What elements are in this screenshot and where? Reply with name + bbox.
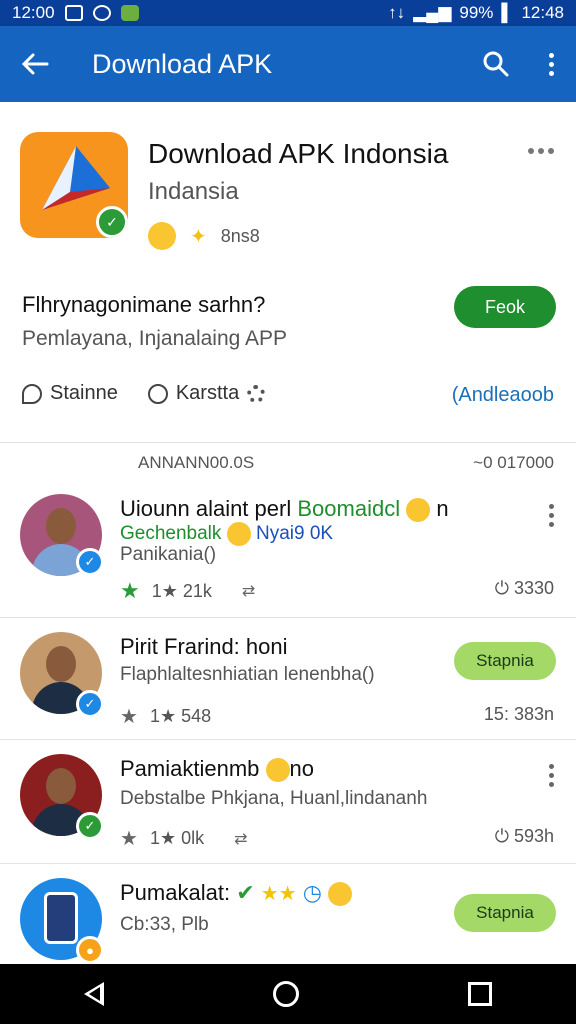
rating-text: 8ns8 — [220, 225, 260, 246]
nav-back-icon[interactable] — [84, 982, 105, 1006]
wifi-icon: ↑↓ — [388, 3, 406, 22]
check-icon: ✔ — [236, 880, 255, 905]
app-bar: Download APK — [0, 26, 576, 102]
item-stats: ★ 1★ 0lk ⇄ — [120, 828, 248, 850]
tag-chat[interactable]: Stainne — [22, 382, 118, 405]
app-logo[interactable]: ✓ — [20, 132, 128, 238]
divider — [0, 442, 576, 443]
description-subtitle: Pemlayana, Injanalaing APP — [22, 327, 288, 350]
item-title: Uiounn alaint perl Boomaidcl n — [120, 496, 449, 523]
item-title: Pamiaktienmb no — [120, 756, 314, 783]
system-nav-bar — [0, 964, 576, 1024]
smile-emoji-icon — [406, 498, 431, 523]
item-meta: Debstalbe Phkjana, Huanl,lindananh — [120, 788, 428, 809]
battery-icon: ▌ — [501, 3, 514, 22]
item-more-button[interactable] — [549, 504, 554, 527]
nav-recents-icon[interactable] — [467, 982, 492, 1006]
verified-icon: ✓ — [76, 690, 104, 718]
clock-icon: ◷ — [302, 880, 322, 905]
item-title: Pumakalat: ✔ ★★ ◷ — [120, 880, 353, 907]
star-icon: ★ — [120, 828, 138, 850]
list-item[interactable]: ✓ Pirit Frarind: honi Flaphlaltesnhiatia… — [0, 618, 576, 740]
action-button[interactable]: Stapnia — [454, 642, 556, 680]
item-title: Pirit Frarind: honi — [120, 634, 288, 659]
star-icon: ★ — [120, 578, 140, 603]
app-rating: ✦ 8ns8 — [148, 222, 260, 250]
item-meta: Cb:33, Plb — [120, 914, 209, 935]
item-more-button[interactable] — [549, 764, 554, 787]
arrow-left-icon — [21, 53, 49, 75]
list-header-right: ~0 017000 — [473, 453, 554, 472]
more-link[interactable]: (Andleaoob — [452, 384, 554, 407]
list-item[interactable]: ● Pumakalat: ✔ ★★ ◷ Cb:33, Plb Stapnia — [0, 864, 576, 964]
chat-icon — [22, 383, 42, 404]
item-meta: Flaphlaltesnhiatian lenenbha() — [120, 664, 375, 685]
back-button[interactable] — [0, 26, 70, 102]
status-bar: 12:00 ↑↓ ▂▄▆ 99% ▌ 12:48 — [0, 0, 576, 26]
star-icon: ★★ — [260, 883, 297, 905]
chat-notification-icon — [92, 5, 111, 21]
more-vert-icon — [549, 764, 554, 787]
list-item[interactable]: ✓ Pamiaktienmb no Debstalbe Phkjana, Hua… — [0, 740, 576, 864]
item-time: 15: 383n — [483, 704, 554, 724]
phone-icon — [44, 892, 78, 944]
notification-icon — [64, 5, 83, 21]
smile-emoji-icon — [226, 522, 251, 546]
share-icon[interactable]: ⇄ — [242, 581, 255, 601]
status-time-left: 12:00 — [12, 3, 55, 22]
verified-icon: ✓ — [76, 548, 104, 576]
search-button[interactable] — [466, 26, 526, 102]
nav-home-icon[interactable] — [272, 981, 299, 1007]
item-stats: ★ 1★ 21k ⇄ — [120, 578, 256, 603]
smile-emoji-icon — [148, 222, 176, 250]
item-subtitle: Gechenbalk Nyai9 0K — [120, 522, 334, 546]
more-vert-icon — [548, 52, 554, 76]
list-item[interactable]: ✓ Uiounn alaint perl Boomaidcl n Gechenb… — [0, 480, 576, 618]
smile-emoji-icon — [265, 758, 290, 783]
search-icon — [483, 51, 509, 77]
emoji-icon — [328, 882, 353, 907]
app-header: ✓ Download APK Indonsia Indansia ✦ 8ns8 … — [0, 102, 576, 443]
app-bar-title: Download APK — [92, 48, 273, 79]
item-time: ⏻ 3330 — [494, 578, 554, 598]
verified-badge-icon: ✓ — [96, 206, 128, 238]
app-developer: Indansia — [148, 178, 239, 205]
header-more-icon[interactable] — [528, 148, 554, 154]
overflow-menu-button[interactable] — [526, 26, 576, 102]
tag-label: Karstta — [175, 382, 240, 404]
list-header-left: ANNANN00.0S — [138, 453, 255, 472]
list-header: ANNANN00.0S ~0 017000 — [0, 446, 576, 480]
verified-icon: ✓ — [76, 812, 104, 840]
gear-icon — [247, 384, 266, 403]
more-vert-icon — [549, 504, 554, 527]
action-button[interactable]: Stapnia — [454, 894, 556, 932]
tag-row: Stainne Karstta — [22, 382, 266, 405]
star-icon: ✦ — [190, 225, 207, 248]
tag-category[interactable]: Karstta — [147, 382, 266, 405]
signal-icon: ▂▄▆ — [413, 3, 452, 22]
share-icon[interactable]: ⇄ — [234, 829, 247, 849]
app-name: Download APK Indonsia — [148, 138, 449, 169]
app-notification-icon — [120, 5, 139, 21]
description-title: Flhrynagonimane sarhn? — [22, 292, 266, 317]
item-time: ⏻ 593h — [494, 826, 554, 846]
item-stats: ★ 1★ 548 — [120, 706, 212, 728]
star-icon: ★ — [120, 706, 138, 728]
circle-icon — [147, 383, 168, 404]
battery-percent: 99% — [459, 3, 494, 22]
badge-icon: ● — [76, 936, 104, 964]
tag-label: Stainne — [50, 382, 118, 404]
item-meta: Panikania() — [120, 544, 217, 565]
feature-button[interactable]: Feok — [454, 286, 556, 328]
status-time-right: 12:48 — [521, 3, 564, 22]
